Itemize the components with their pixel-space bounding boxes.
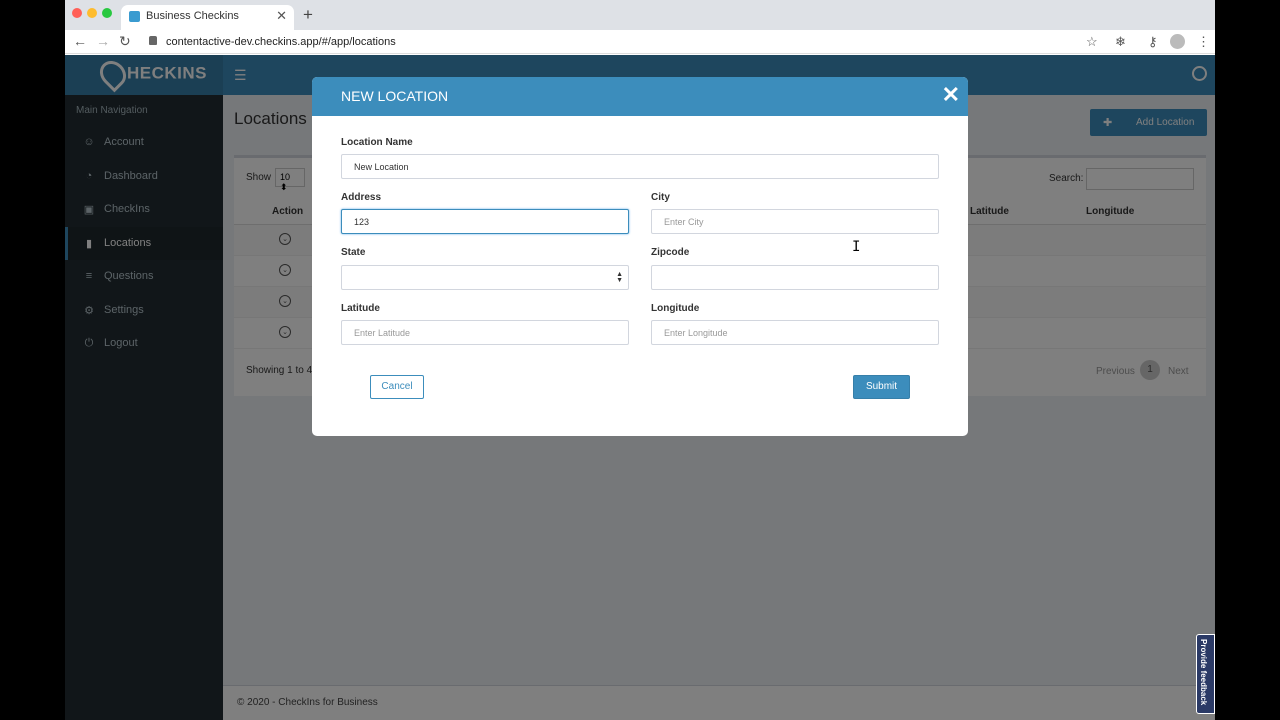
url-field[interactable]: contentactive-dev.checkins.app/#/app/loc… <box>145 32 1145 52</box>
tab-close-icon[interactable]: ✕ <box>276 8 287 24</box>
new-location-modal: NEW LOCATION ✕ Location Name New Locatio… <box>312 77 968 436</box>
browser-tab-bar: Business Checkins ✕ + <box>65 0 1215 30</box>
address-input[interactable]: 123 <box>341 209 629 234</box>
address-label: Address <box>341 192 382 203</box>
lock-icon <box>149 36 157 45</box>
minimize-window-button[interactable] <box>87 8 97 18</box>
modal-title: NEW LOCATION <box>341 88 449 104</box>
cancel-button[interactable]: Cancel <box>370 375 424 399</box>
reload-icon[interactable]: ↻ <box>119 33 131 50</box>
feedback-label: Provide feedback <box>1199 639 1208 706</box>
provide-feedback-tab[interactable]: Provide feedback <box>1196 634 1215 714</box>
menu-dots-icon[interactable]: ⋮ <box>1197 34 1210 50</box>
submit-button[interactable]: Submit <box>853 375 910 399</box>
favicon-icon <box>129 11 140 22</box>
city-label: City <box>651 192 670 203</box>
text-cursor-icon: I <box>852 239 861 255</box>
city-input[interactable]: Enter City <box>651 209 939 234</box>
forward-icon[interactable]: → <box>96 33 110 49</box>
star-icon[interactable]: ☆ <box>1086 34 1098 50</box>
browser-tab[interactable]: Business Checkins ✕ <box>121 5 294 30</box>
location-name-input[interactable]: New Location <box>341 154 939 179</box>
longitude-label: Longitude <box>651 303 700 314</box>
zoom-window-button[interactable] <box>102 8 112 18</box>
back-icon[interactable]: ← <box>73 33 87 49</box>
state-select[interactable]: ▲ ▼ <box>341 265 629 290</box>
modal-header: NEW LOCATION ✕ <box>312 77 968 116</box>
latitude-label: Latitude <box>341 303 380 314</box>
latitude-input[interactable]: Enter Latitude <box>341 320 629 345</box>
plus-icon[interactable]: + <box>303 5 313 25</box>
screen: Business Checkins ✕ + ← → ↻ contentactiv… <box>65 0 1215 720</box>
close-icon[interactable]: ✕ <box>942 82 960 108</box>
longitude-input[interactable]: Enter Longitude <box>651 320 939 345</box>
location-name-label: Location Name <box>341 137 413 148</box>
tab-title: Business Checkins <box>146 10 239 22</box>
profile-icon[interactable] <box>1170 34 1185 49</box>
state-label: State <box>341 247 366 258</box>
zipcode-input[interactable] <box>651 265 939 290</box>
select-arrows-icon: ▲ ▼ <box>616 271 623 284</box>
key-icon[interactable]: ⚷ <box>1148 34 1158 50</box>
zipcode-label: Zipcode <box>651 247 690 258</box>
url-text: contentactive-dev.checkins.app/#/app/loc… <box>166 36 396 48</box>
close-window-button[interactable] <box>72 8 82 18</box>
address-bar: ← → ↻ contentactive-dev.checkins.app/#/a… <box>65 30 1215 54</box>
extension-icon[interactable]: ❄ <box>1115 34 1126 50</box>
